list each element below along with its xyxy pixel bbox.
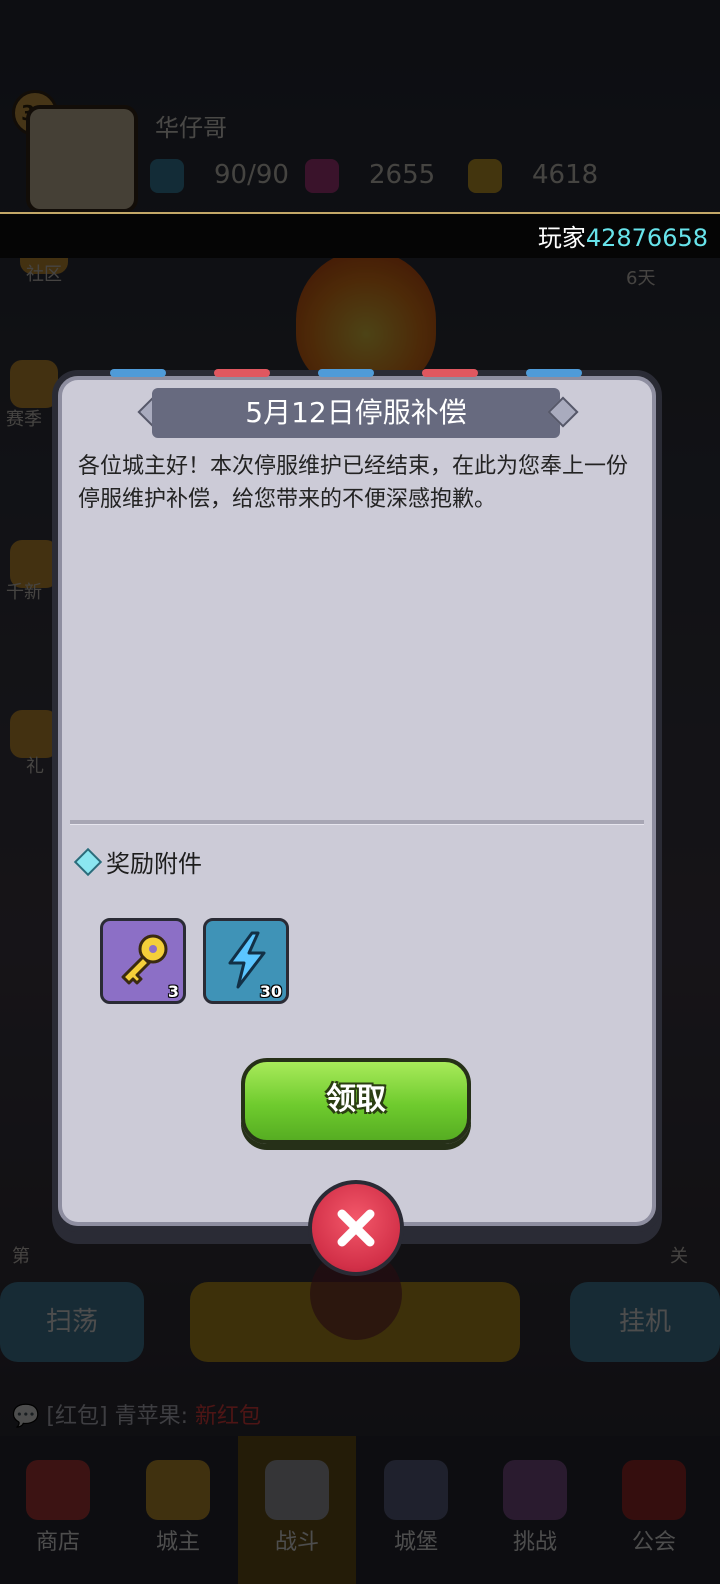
dialog-top-stripe — [110, 369, 610, 377]
reward-item-key[interactable]: 3 — [100, 918, 186, 1004]
player-uid: 玩家42876658 — [537, 224, 708, 252]
dialog-divider — [70, 820, 644, 825]
claim-button[interactable]: 领取 — [241, 1058, 471, 1144]
reward-item-energy[interactable]: 30 — [203, 918, 289, 1004]
close-button[interactable] — [308, 1180, 404, 1276]
close-icon — [337, 1209, 375, 1247]
reward-count: 3 — [167, 982, 179, 1001]
dialog-title: 5月12日停服补偿 — [152, 388, 560, 438]
key-icon — [121, 934, 168, 985]
attachments-heading: 奖励附件 — [106, 850, 202, 878]
mail-body-text: 各位城主好！本次停服维护已经结束，在此为您奉上一份停服维护补偿，给您带来的不便深… — [78, 454, 629, 512]
reward-count: 30 — [259, 982, 282, 1001]
